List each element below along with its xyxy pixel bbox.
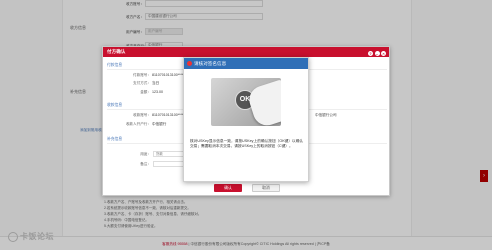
- confirm-button[interactable]: 确认: [214, 184, 242, 192]
- row-label: 收款账号：: [133, 113, 151, 117]
- prompt-header: 请核对签名信息: [184, 58, 308, 69]
- payee-bank-value: 中信银行: [152, 122, 167, 126]
- row-label: 付款账号：: [133, 73, 151, 77]
- row-label: 支付方式：: [133, 81, 151, 85]
- section-extra: 补充信息: [107, 137, 123, 141]
- help-icon[interactable]: ?: [368, 51, 373, 56]
- prompt-title: 请核对签名信息: [194, 61, 227, 66]
- close-icon[interactable]: ×: [381, 51, 386, 56]
- payee-name-value: 中信银行公司: [315, 113, 337, 117]
- prompt-message: 核对USKey显示信息一致，请按USKey上的确认按钮（OK键）以确认交易；需要…: [190, 139, 304, 149]
- row-label: 用途：: [140, 152, 151, 156]
- dialog-header: 付方确认 ? – ×: [103, 47, 389, 57]
- row-label: 收款人开户行：: [125, 122, 151, 126]
- ukey-signature-prompt: 请核对签名信息 OK 核对USKey显示信息一致，请按USKey上的确认按钮（O…: [183, 57, 309, 182]
- ukey-press-ok-illustration: OK: [211, 78, 281, 126]
- minimize-icon[interactable]: –: [374, 51, 380, 56]
- cancel-button[interactable]: 取消: [252, 184, 280, 192]
- finger-icon: [245, 79, 281, 126]
- payer-account-value: 8110701013100****: [152, 73, 184, 77]
- row-label: 金额：: [140, 90, 151, 94]
- alert-icon: [187, 61, 192, 66]
- dialog-title: 付方确认: [107, 49, 126, 54]
- row-label: 备注：: [140, 162, 151, 166]
- amount-value: 123.00: [152, 90, 163, 94]
- section-payee: 收款信息: [107, 103, 123, 107]
- payee-account-value: 8110701013100****: [152, 113, 184, 117]
- pay-method-value: 当日: [152, 81, 160, 85]
- section-payer: 付款信息: [107, 63, 123, 67]
